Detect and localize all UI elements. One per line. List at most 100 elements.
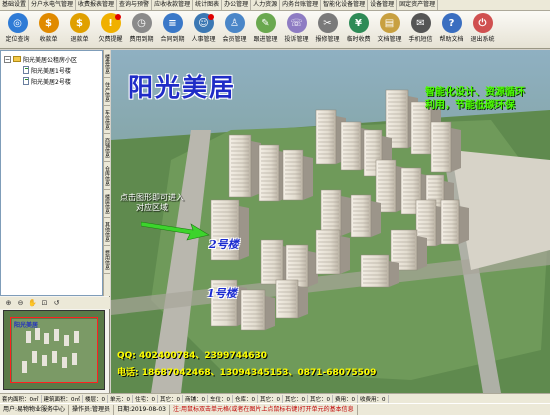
- building-icon: [23, 66, 29, 74]
- left-panel: − 阳光美居公租房小区 阳光美居1号楼 阳光美居2号楼 楼盘信息 住户信息 车位信息…: [0, 50, 110, 393]
- menu-item[interactable]: 查询与预警: [117, 0, 153, 10]
- vertical-tab[interactable]: 仓库信息: [104, 162, 110, 190]
- vertical-tab[interactable]: 楼层信息: [104, 190, 110, 218]
- status-tip: 注:用鼠标双击单元格(或者在图片上点鼠标右键)打开单元的基本信息: [170, 404, 358, 415]
- vertical-tab[interactable]: 其他信息: [104, 218, 110, 246]
- building-tree[interactable]: − 阳光美居公租房小区 阳光美居1号楼 阳光美居2号楼: [0, 50, 103, 296]
- vertical-tab[interactable]: 楼盘信息: [104, 50, 110, 78]
- stat-item: 费用：0: [333, 394, 358, 403]
- toolbar-button[interactable]: $ 收款单: [33, 11, 64, 49]
- menu-item[interactable]: 收费报表管理: [76, 0, 118, 10]
- stat-item: 套内面积：0㎡: [0, 394, 42, 403]
- pan-icon[interactable]: ✋: [28, 299, 37, 308]
- stat-item: 仓库：0: [233, 394, 258, 403]
- toolbar: ◎ 定位查询 $ 收款单 $ 退款单 ! 欠费提醒 ◷ 费用到期 ≡ 合同到期 ☺ 人事管理 ♙ 会员管理 ✎ 跟…: [0, 11, 550, 49]
- member-icon: ♙: [224, 13, 245, 33]
- status-company: 用户:易物物业服务中心: [0, 404, 70, 415]
- toolbar-button-label: 跟进管理: [253, 36, 278, 43]
- tower-shade: [389, 261, 399, 287]
- menu-item[interactable]: 分户水电气管理: [29, 0, 77, 10]
- minimap-toolbar: ⊕ ⊖ ✋ ⊡ ↺: [0, 297, 110, 309]
- refund-icon: $: [69, 13, 90, 33]
- tree-node-root[interactable]: − 阳光美居公租房小区: [4, 54, 77, 64]
- menu-item[interactable]: 智能化设备管理: [321, 0, 369, 10]
- vertical-tab[interactable]: 费用信息: [104, 246, 110, 274]
- fit-icon[interactable]: ⊡: [40, 299, 49, 308]
- toolbar-button-label: 退出系统: [470, 36, 495, 43]
- tree-node-building-1[interactable]: 阳光美居1号楼: [23, 65, 71, 75]
- vertical-tab[interactable]: 车位信息: [104, 106, 110, 134]
- toolbar-button-label: 会员管理: [222, 36, 247, 43]
- toolbar-button[interactable]: $ 退款单: [64, 11, 95, 49]
- building-1-label[interactable]: 1号楼: [207, 285, 237, 301]
- vertical-tab[interactable]: 商铺信息: [104, 134, 110, 162]
- toolbar-button[interactable]: ✂ 报修管理: [312, 11, 343, 49]
- menu-item[interactable]: 设备管理: [368, 0, 398, 10]
- toolbar-button-label: 文档管理: [377, 36, 402, 43]
- sms-icon: ✉: [410, 13, 431, 33]
- tower-shade: [303, 156, 313, 200]
- toolbar-button[interactable]: ☏ 投诉管理: [281, 11, 312, 49]
- building-2-label[interactable]: 2号楼: [209, 236, 239, 252]
- toolbar-button[interactable]: ! 欠费提醒: [95, 11, 126, 49]
- locate-icon: ◎: [7, 13, 28, 33]
- menu-item[interactable]: 人力资源: [251, 0, 281, 10]
- tree-node-building-2[interactable]: 阳光美居2号楼: [23, 76, 71, 86]
- residential-tower: [228, 134, 252, 198]
- notification-dot: [115, 14, 121, 20]
- contact-phone: 电话: 18687042468、13094345153、0871-6807550…: [117, 368, 377, 378]
- status-operator: 操作员:管理员: [69, 404, 115, 415]
- followup-icon: ✎: [255, 13, 276, 33]
- tower-shade: [341, 196, 351, 236]
- toolbar-button-label: 人事管理: [191, 36, 216, 43]
- tower-shade: [265, 296, 275, 330]
- menu-item[interactable]: 内务台账管理: [280, 0, 322, 10]
- menu-item[interactable]: 基础设置: [0, 0, 30, 10]
- toolbar-button[interactable]: ⏻ 退出系统: [467, 11, 498, 49]
- menu-item[interactable]: 办公管理: [222, 0, 252, 10]
- minimap-viewport[interactable]: [10, 317, 98, 383]
- toolbar-button[interactable]: ✉ 手机短信: [405, 11, 436, 49]
- vertical-tab[interactable]: 住户信息: [104, 78, 110, 106]
- stat-item: 其它：0: [258, 394, 283, 403]
- minimap[interactable]: 阳光美居: [3, 310, 105, 390]
- exit-icon: ⏻: [472, 13, 493, 33]
- menu-bar: 基础设置 分户水电气管理 收费报表管理 查询与预警 应收收款管理 统计图表 办公管理 人力资源…: [0, 0, 550, 11]
- residential-tower: [430, 121, 452, 173]
- toolbar-button[interactable]: ♙ 会员管理: [219, 11, 250, 49]
- toolbar-button[interactable]: ≡ 合同到期: [157, 11, 188, 49]
- repair-icon: ✂: [317, 13, 338, 33]
- stat-item: 其它：0: [308, 394, 333, 403]
- stat-item: 住宅：0: [133, 394, 158, 403]
- zoom-out-icon[interactable]: ⊖: [16, 299, 25, 308]
- stat-item: 其它：0: [283, 394, 308, 403]
- toolbar-button-label: 合同到期: [160, 36, 185, 43]
- stat-item: 商铺：0: [183, 394, 208, 403]
- reset-icon[interactable]: ↺: [52, 299, 61, 308]
- toolbar-button[interactable]: ◎ 定位查询: [2, 11, 33, 49]
- menu-item[interactable]: 应收收款管理: [152, 0, 194, 10]
- toolbar-button[interactable]: ✎ 跟进管理: [250, 11, 281, 49]
- collapse-icon[interactable]: −: [4, 55, 11, 63]
- toolbar-button[interactable]: ¥ 临时收费: [343, 11, 374, 49]
- residential-tower: [350, 194, 372, 238]
- arrow-icon: [141, 221, 210, 241]
- site-plan-view[interactable]: 阳光美居 智能化设计、资源循环 利用，节能低碳环保 点击图形即可进入对应区域 2…: [111, 50, 550, 393]
- residential-tower: [260, 239, 284, 285]
- toolbar-button[interactable]: ? 帮助文档: [436, 11, 467, 49]
- menu-item[interactable]: 统计图表: [193, 0, 223, 10]
- toolbar-button[interactable]: ☺ 人事管理: [188, 11, 219, 49]
- stat-item: 单元：0: [108, 394, 133, 403]
- tower-shade: [371, 201, 381, 237]
- status-bar: 用户:易物物业服务中心 操作员:管理员 日期:2019-08-03 注:用鼠标双…: [0, 403, 550, 415]
- toolbar-button[interactable]: ◷ 费用到期: [126, 11, 157, 49]
- tree-node-label: 阳光美居1号楼: [31, 67, 71, 75]
- tower-shade: [340, 236, 350, 274]
- zoom-in-icon[interactable]: ⊕: [4, 299, 13, 308]
- building-icon: [23, 77, 29, 85]
- toolbar-button-label: 定位查询: [5, 36, 30, 43]
- menu-item[interactable]: 固定资产管理: [397, 0, 439, 10]
- toolbar-button[interactable]: ▤ 文档管理: [374, 11, 405, 49]
- stat-item: 收费用：0: [358, 394, 389, 403]
- contact-qq: QQ: 402400784、2399744630: [117, 351, 268, 361]
